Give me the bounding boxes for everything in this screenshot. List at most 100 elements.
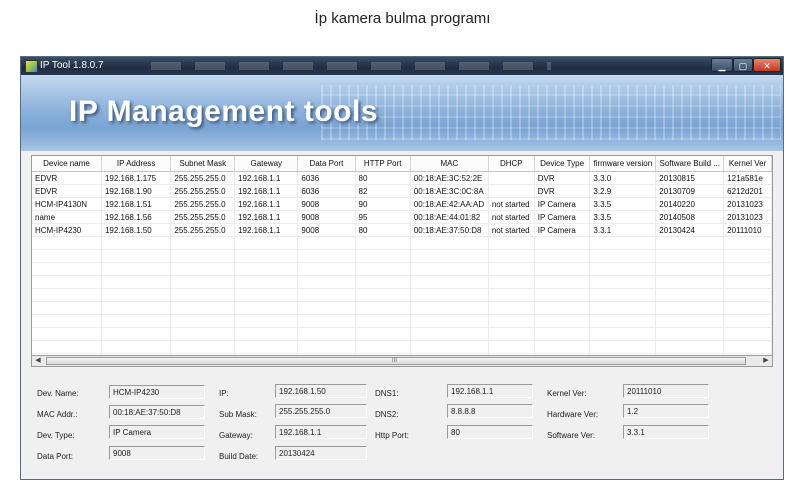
dev-name-label: Dev. Name:: [37, 389, 79, 398]
horizontal-scrollbar[interactable]: ◀ III ▶: [31, 355, 773, 367]
build-date-label: Build Date:: [219, 452, 259, 461]
cell: 255.255.255.0: [170, 171, 236, 185]
cell: 95: [355, 210, 411, 224]
dns2-field[interactable]: 8.8.8.8: [447, 404, 533, 418]
kernel-ver-field[interactable]: 20111010: [623, 384, 709, 398]
data-port-field[interactable]: 9008: [109, 446, 205, 460]
dev-type-field[interactable]: IP Camera: [109, 425, 205, 439]
build-date-field[interactable]: 20130424: [275, 446, 367, 460]
cell: IP Camera: [534, 210, 591, 224]
table-row[interactable]: name 192.168.1.56 255.255.255.0 192.168.…: [32, 210, 772, 224]
ip-field[interactable]: 192.168.1.50: [275, 384, 367, 398]
hardware-ver-label: Hardware Ver:: [547, 410, 599, 419]
column-header[interactable]: HTTP Port: [355, 156, 411, 172]
cell: 192.168.1.1: [234, 210, 299, 224]
title-bar[interactable]: IP Tool 1.8.0.7 ▁ ▢ ✕: [21, 57, 783, 75]
scroll-grip: III: [392, 358, 398, 364]
cell: name: [32, 210, 102, 224]
cell: 192.168.1.1: [234, 223, 299, 237]
column-header[interactable]: Data Port: [297, 156, 356, 172]
empty-row: [32, 249, 772, 263]
cell: 192.168.1.1: [234, 197, 299, 211]
empty-row: [32, 340, 772, 354]
cell: 255.255.255.0: [170, 223, 236, 237]
cell: 00:18:AE:3C:0C:8A: [410, 184, 489, 198]
mac-label: MAC Addr.:: [37, 410, 78, 419]
gateway-label: Gateway:: [219, 431, 253, 440]
app-window: IP Tool 1.8.0.7 ▁ ▢ ✕ IP Management tool…: [20, 56, 784, 480]
device-grid: Device name IP Address Subnet Mask Gatew…: [32, 156, 772, 366]
column-header[interactable]: Gateway: [234, 156, 299, 172]
scroll-left-arrow-icon[interactable]: ◀: [32, 356, 44, 366]
software-ver-field[interactable]: 3.3.1: [623, 425, 709, 439]
table-row[interactable]: HCM-IP4230 192.168.1.50 255.255.255.0 19…: [32, 223, 772, 237]
kernel-ver-label: Kernel Ver:: [547, 389, 587, 398]
cell: HCM-IP4130N: [32, 197, 102, 211]
empty-row: [32, 288, 772, 302]
empty-row: [32, 314, 772, 328]
cell: 9008: [297, 197, 356, 211]
cell: 6212d201: [723, 184, 772, 198]
cell: 00:18:AE:42:AA:AD: [410, 197, 489, 211]
cell: 20130424: [655, 223, 725, 237]
cell: DVR: [534, 171, 591, 185]
app-icon: [25, 60, 38, 73]
maximize-button[interactable]: ▢: [733, 58, 753, 72]
column-header[interactable]: Kernel Ver: [723, 156, 772, 172]
close-button[interactable]: ✕: [753, 58, 781, 72]
device-details-panel: Dev. Name: HCM-IP4230 MAC Addr.: 00:18:A…: [31, 375, 773, 473]
hardware-ver-field[interactable]: 1.2: [623, 404, 709, 418]
http-port-label: Http Port:: [375, 431, 409, 440]
sub-mask-field[interactable]: 255.255.255.0: [275, 404, 367, 418]
table-row[interactable]: EDVR 192.168.1.90 255.255.255.0 192.168.…: [32, 184, 772, 198]
cell: 00:18:AE:37:50:D8: [410, 223, 489, 237]
column-header[interactable]: Subnet Mask: [170, 156, 236, 172]
scrollbar-thumb[interactable]: III: [46, 357, 746, 365]
empty-row: [32, 236, 772, 250]
table-row[interactable]: HCM-IP4130N 192.168.1.51 255.255.255.0 1…: [32, 197, 772, 211]
cell: 192.168.1.1: [234, 184, 299, 198]
cell: 192.168.1.175: [101, 171, 172, 185]
column-header[interactable]: MAC: [410, 156, 489, 172]
column-header[interactable]: Device Type: [534, 156, 591, 172]
cell: 255.255.255.0: [170, 184, 236, 198]
dns1-label: DNS1:: [375, 389, 399, 398]
cell: 6036: [297, 184, 356, 198]
mac-field[interactable]: 00:18:AE:37:50:D8: [109, 405, 205, 419]
empty-row: [32, 301, 772, 315]
column-header[interactable]: firmware version: [589, 156, 657, 172]
cell: 9008: [297, 223, 356, 237]
cell: 121a581e: [723, 171, 772, 185]
cell: 20131023: [723, 197, 772, 211]
cell: [488, 171, 535, 185]
http-port-field[interactable]: 80: [447, 425, 533, 439]
gateway-field[interactable]: 192.168.1.1: [275, 425, 367, 439]
column-header[interactable]: Device name: [32, 156, 102, 172]
minimize-button[interactable]: ▁: [711, 58, 733, 72]
cell: 9008: [297, 210, 356, 224]
cell: 90: [355, 197, 411, 211]
cell: 192.168.1.51: [101, 197, 172, 211]
scroll-right-arrow-icon[interactable]: ▶: [760, 356, 772, 366]
cell: 3.3.1: [589, 223, 657, 237]
sub-mask-label: Sub Mask:: [219, 410, 257, 419]
cell: 20130709: [655, 184, 725, 198]
ip-label: IP:: [219, 389, 229, 398]
cell: 192.168.1.90: [101, 184, 172, 198]
cell: 192.168.1.56: [101, 210, 172, 224]
cell: 3.3.5: [589, 197, 657, 211]
column-header[interactable]: IP Address: [101, 156, 172, 172]
cell: DVR: [534, 184, 591, 198]
cell: 3.3.0: [589, 171, 657, 185]
column-header[interactable]: DHCP: [488, 156, 535, 172]
cell: 255.255.255.0: [170, 210, 236, 224]
cell: 80: [355, 223, 411, 237]
column-header[interactable]: Software Build ...: [655, 156, 725, 172]
cell: 3.2.9: [589, 184, 657, 198]
banner-pattern: [321, 85, 781, 140]
dev-name-field[interactable]: HCM-IP4230: [109, 385, 205, 399]
cell: EDVR: [32, 184, 102, 198]
software-ver-label: Software Ver:: [547, 431, 596, 440]
dns1-field[interactable]: 192.168.1.1: [447, 384, 533, 398]
table-row[interactable]: EDVR 192.168.1.175 255.255.255.0 192.168…: [32, 171, 772, 185]
